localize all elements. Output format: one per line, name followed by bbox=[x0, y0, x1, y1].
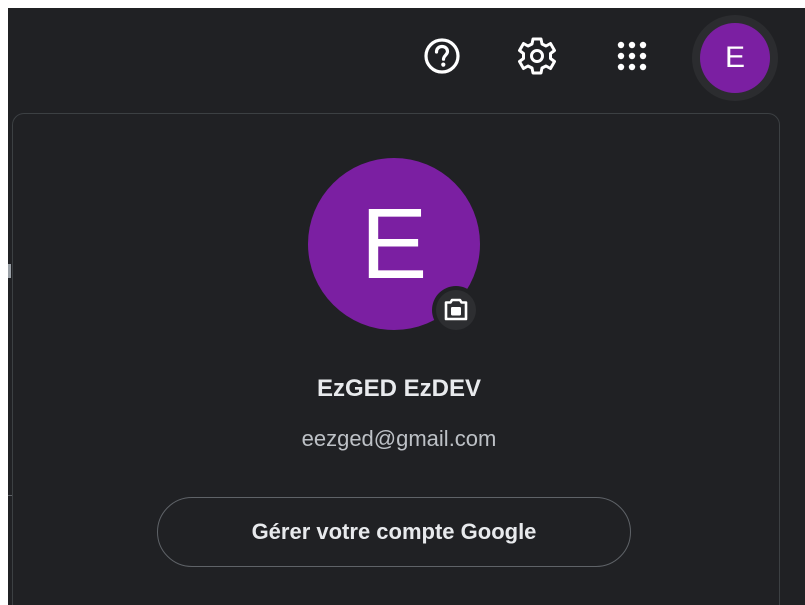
apps-button[interactable] bbox=[608, 32, 656, 80]
settings-button[interactable] bbox=[513, 32, 561, 80]
account-name: EzGED EzDEV bbox=[316, 375, 482, 402]
app-frame: E E EzGED EzDEV eezged@gmail.com Gérer v… bbox=[8, 8, 805, 605]
camera-icon bbox=[444, 298, 468, 321]
manage-account-button[interactable]: Gérer votre compte Google bbox=[157, 497, 631, 567]
change-photo-button[interactable] bbox=[432, 286, 480, 334]
help-button[interactable] bbox=[418, 32, 466, 80]
gear-icon bbox=[518, 37, 556, 75]
background-edge-mark bbox=[8, 264, 11, 278]
account-email: eezged@gmail.com bbox=[301, 426, 497, 451]
help-circle-icon bbox=[424, 38, 460, 74]
account-avatar-button[interactable]: E bbox=[692, 15, 778, 101]
camera-button-surface bbox=[436, 290, 476, 330]
apps-grid-icon bbox=[617, 41, 647, 71]
avatar: E bbox=[700, 23, 770, 93]
